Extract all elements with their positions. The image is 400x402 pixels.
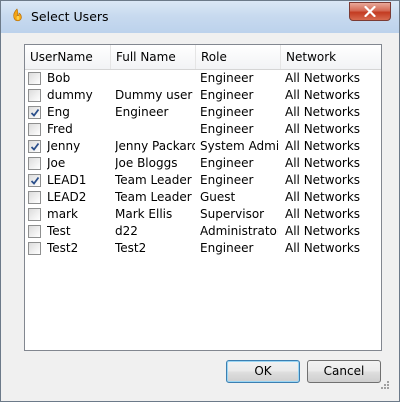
cell-fullname: Test2 <box>115 241 147 255</box>
row-checkbox[interactable] <box>28 89 41 102</box>
cell-network: All Networks <box>285 207 361 221</box>
cell-network: All Networks <box>285 241 361 255</box>
select-users-dialog: Select Users UserName Full Name Role Net… <box>0 0 400 402</box>
cell-network: All Networks <box>285 71 361 85</box>
cell-fullname: Joe Bloggs <box>115 156 178 170</box>
cell-network: All Networks <box>285 122 361 136</box>
row-checkbox[interactable] <box>28 106 41 119</box>
cell-username: dummy <box>47 88 93 102</box>
close-button[interactable] <box>349 2 391 21</box>
table-row[interactable]: Joe Joe Bloggs Engineer All Networks <box>25 155 381 172</box>
cell-role: Supervisor <box>200 207 265 221</box>
ok-button[interactable]: OK <box>226 360 300 383</box>
column-header-network[interactable]: Network <box>281 45 381 69</box>
table-row[interactable]: Test2 Test2 Engineer All Networks <box>25 240 381 257</box>
row-checkbox[interactable] <box>28 157 41 170</box>
cell-role: System Admi... <box>200 139 278 153</box>
cell-role: Engineer <box>200 156 254 170</box>
title-bar[interactable]: Select Users <box>1 1 399 33</box>
cell-fullname: Team Leader 1 <box>115 173 195 187</box>
cell-username: Test2 <box>47 241 79 255</box>
cell-fullname: Team Leader 2 <box>115 190 195 204</box>
cell-username: Joe <box>47 156 66 170</box>
cell-network: All Networks <box>285 224 361 238</box>
cell-fullname: Jenny Packard <box>115 139 195 153</box>
row-checkbox[interactable] <box>28 72 41 85</box>
check-icon <box>30 176 40 185</box>
cell-username: Jenny <box>47 139 81 153</box>
cell-fullname: d22 <box>115 224 138 238</box>
table-row[interactable]: LEAD1 Team Leader 1 Engineer All Networks <box>25 172 381 189</box>
table-row[interactable]: Eng Engineer Engineer All Networks <box>25 104 381 121</box>
cell-role: Engineer <box>200 122 254 136</box>
cell-fullname: Dummy user <box>115 88 193 102</box>
cell-fullname <box>115 70 195 87</box>
table-row[interactable]: Jenny Jenny Packard System Admi... All Netw… <box>25 138 381 155</box>
cell-network: All Networks <box>285 190 361 204</box>
dialog-body: UserName Full Name Role Network Bob Engin… <box>8 33 392 394</box>
cell-role: Engineer <box>200 105 254 119</box>
row-checkbox[interactable] <box>28 174 41 187</box>
row-checkbox[interactable] <box>28 140 41 153</box>
cell-network: All Networks <box>285 139 361 153</box>
row-checkbox[interactable] <box>28 191 41 204</box>
row-checkbox[interactable] <box>28 123 41 136</box>
cell-role: Engineer <box>200 241 254 255</box>
cell-network: All Networks <box>285 105 361 119</box>
cell-username: Fred <box>47 122 73 136</box>
column-header-role[interactable]: Role <box>196 45 281 69</box>
cell-username: Bob <box>47 71 71 85</box>
row-checkbox[interactable] <box>28 242 41 255</box>
users-list[interactable]: UserName Full Name Role Network Bob Engin… <box>24 44 382 351</box>
list-header: UserName Full Name Role Network <box>25 45 381 70</box>
row-checkbox[interactable] <box>28 225 41 238</box>
cell-network: All Networks <box>285 156 361 170</box>
column-header-username[interactable]: UserName <box>25 45 111 69</box>
table-row[interactable]: Test d22 Administrator All Networks <box>25 223 381 240</box>
check-icon <box>30 108 40 117</box>
close-icon <box>364 6 376 17</box>
table-row[interactable]: Bob Engineer All Networks <box>25 70 381 87</box>
cell-username: Eng <box>47 105 70 119</box>
table-row[interactable]: mark Mark Ellis Supervisor All Networks <box>25 206 381 223</box>
check-icon <box>30 142 40 151</box>
row-checkbox[interactable] <box>28 208 41 221</box>
cell-network: All Networks <box>285 88 361 102</box>
table-row[interactable]: Fred Engineer All Networks <box>25 121 381 138</box>
cell-fullname: Mark Ellis <box>115 207 173 221</box>
app-icon <box>9 8 25 24</box>
cell-role: Engineer <box>200 173 254 187</box>
window-title: Select Users <box>31 9 109 24</box>
cell-fullname: Engineer <box>115 105 169 119</box>
cell-network: All Networks <box>285 173 361 187</box>
cell-username: Test <box>47 224 71 238</box>
resize-grip-icon[interactable] <box>379 381 390 392</box>
cell-fullname <box>115 121 195 138</box>
cell-role: Administrator <box>200 224 278 238</box>
cell-username: mark <box>47 207 78 221</box>
column-header-fullname[interactable]: Full Name <box>111 45 196 69</box>
cell-role: Guest <box>200 190 236 204</box>
cell-role: Engineer <box>200 71 254 85</box>
cell-role: Engineer <box>200 88 254 102</box>
cancel-button[interactable]: Cancel <box>307 360 381 383</box>
cell-username: LEAD1 <box>47 173 87 187</box>
table-row[interactable]: dummy Dummy user Engineer All Networks <box>25 87 381 104</box>
table-row[interactable]: LEAD2 Team Leader 2 Guest All Networks <box>25 189 381 206</box>
cell-username: LEAD2 <box>47 190 87 204</box>
